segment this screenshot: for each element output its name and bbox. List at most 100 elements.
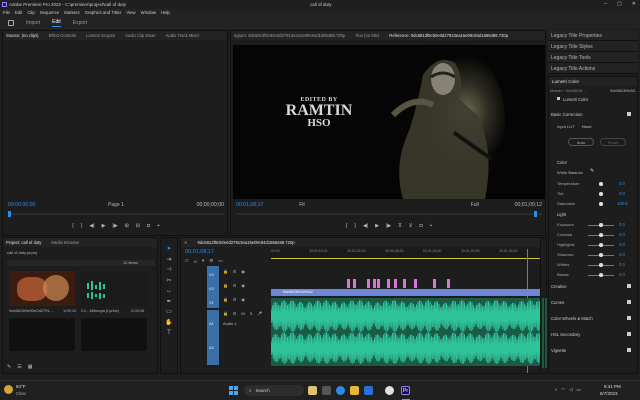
lumetri-value[interactable]: 0.0 bbox=[619, 191, 625, 196]
overwrite-icon[interactable]: ⊟ bbox=[136, 223, 140, 229]
reset-button[interactable]: Reset bbox=[600, 138, 626, 146]
weather-icon[interactable] bbox=[4, 385, 13, 394]
step-back-icon[interactable]: ◀| bbox=[363, 223, 368, 229]
eyedropper-icon[interactable]: ✎ bbox=[590, 168, 594, 174]
sync-icon[interactable]: ⊟ bbox=[233, 297, 236, 302]
mark-in-icon[interactable]: { bbox=[346, 223, 348, 229]
lumetri-section-header[interactable]: Color Wheels & Match bbox=[551, 316, 593, 321]
lumetri-value[interactable]: 0.0 bbox=[619, 252, 625, 257]
color-section-header[interactable]: Color bbox=[557, 160, 567, 165]
menu-view[interactable]: View bbox=[126, 10, 135, 15]
eye-icon[interactable]: ◉ bbox=[241, 297, 245, 302]
timeline-marker[interactable] bbox=[403, 279, 406, 288]
file-explorer-icon[interactable] bbox=[350, 386, 359, 395]
basic-correction-checkbox[interactable] bbox=[627, 112, 631, 116]
wrench-icon[interactable]: ⚙ bbox=[209, 258, 213, 264]
add-button-icon[interactable]: + bbox=[157, 223, 160, 229]
lumetri-value[interactable]: 0.0 bbox=[619, 272, 625, 277]
slider-knob[interactable] bbox=[599, 182, 603, 186]
lumetri-effect-dropdown[interactable]: Lumetri Color bbox=[563, 97, 588, 102]
add-button-icon[interactable]: + bbox=[429, 223, 432, 229]
selection-tool-icon[interactable]: ➤ bbox=[165, 244, 173, 255]
captions-icon[interactable]: ▭ bbox=[218, 258, 222, 264]
slider-knob[interactable] bbox=[599, 233, 603, 237]
lumetri-slider[interactable] bbox=[588, 192, 614, 196]
play-icon[interactable]: ▶ bbox=[375, 223, 379, 229]
mute-button[interactable]: M bbox=[241, 311, 244, 316]
lumetri-value[interactable]: 0.0 bbox=[619, 262, 625, 267]
mark-out-icon[interactable]: } bbox=[354, 223, 356, 229]
lumetri-value[interactable]: 0.0 bbox=[619, 181, 625, 186]
lumetri-slider[interactable] bbox=[588, 263, 614, 267]
menu-graphics[interactable]: Graphics and Titles bbox=[85, 10, 122, 15]
timeline-timecode[interactable]: 00;01;08;17 bbox=[185, 249, 214, 255]
project-thumbnail-black[interactable] bbox=[81, 318, 147, 351]
tab-media-browser[interactable]: Media Browser bbox=[51, 240, 79, 245]
premiere-taskbar-icon[interactable]: Pr bbox=[401, 386, 410, 395]
program-scrub-bar[interactable] bbox=[236, 211, 542, 217]
lumetri-value[interactable]: 0.0 bbox=[619, 242, 625, 247]
slider-knob[interactable] bbox=[599, 223, 603, 227]
lumetri-slider[interactable] bbox=[588, 243, 614, 247]
lock-icon[interactable]: 🔒 bbox=[223, 269, 228, 274]
slider-knob[interactable] bbox=[599, 192, 603, 196]
timeline-ruler[interactable]: 00;00 00;00;16;00 00;00;32;00 00;00;48;0… bbox=[271, 249, 545, 261]
resolution-dropdown[interactable]: Full bbox=[471, 202, 479, 208]
battery-icon[interactable]: ▭ bbox=[577, 387, 581, 393]
slider-knob[interactable] bbox=[599, 243, 603, 247]
timeline-marker[interactable] bbox=[394, 279, 397, 288]
project-thumbnail-video[interactable] bbox=[9, 271, 75, 306]
legacy-title-tools[interactable]: Legacy Title Tools bbox=[548, 52, 638, 63]
audio-clip[interactable] bbox=[271, 298, 545, 366]
video-clip[interactable]: 9dc5813f9c92e0d2 bbox=[271, 289, 545, 296]
timeline-marker[interactable] bbox=[373, 279, 376, 288]
sync-icon[interactable]: ⊟ bbox=[233, 269, 236, 274]
menu-clip[interactable]: Clip bbox=[27, 10, 34, 15]
slider-knob[interactable] bbox=[599, 263, 603, 267]
lock-icon[interactable]: 🔒 bbox=[223, 311, 228, 316]
timeline-marker[interactable] bbox=[367, 279, 370, 288]
minimize-icon[interactable]: – bbox=[604, 1, 607, 7]
tab-text[interactable]: Text (no title) bbox=[355, 33, 379, 38]
lumetri-panel-title[interactable]: Lumetri Color bbox=[549, 77, 637, 86]
close-icon[interactable]: ✕ bbox=[632, 1, 636, 7]
marker-icon[interactable]: ▾ bbox=[202, 258, 204, 264]
icon-view-icon[interactable]: ▦ bbox=[28, 364, 33, 370]
section-checkbox[interactable] bbox=[627, 348, 631, 352]
menu-sequence[interactable]: Sequence bbox=[40, 10, 59, 15]
slider-knob[interactable] bbox=[599, 273, 603, 277]
auto-button[interactable]: Auto bbox=[568, 138, 594, 146]
workspace-export[interactable]: Export bbox=[73, 20, 87, 26]
lumetri-slider[interactable] bbox=[588, 253, 614, 257]
fx-toggle[interactable] bbox=[557, 97, 560, 100]
tab-effect-controls[interactable]: Effect Controls bbox=[49, 33, 76, 38]
eye-icon[interactable]: ◉ bbox=[241, 283, 245, 288]
home-icon[interactable] bbox=[8, 19, 14, 26]
workspace-edit[interactable]: Edit bbox=[52, 19, 61, 27]
razor-icon[interactable]: ✂ bbox=[165, 276, 173, 287]
timeline-marker[interactable] bbox=[414, 279, 417, 288]
menu-file[interactable]: File bbox=[3, 10, 10, 15]
timeline-marker[interactable] bbox=[387, 279, 390, 288]
mark-in-icon[interactable]: { bbox=[72, 223, 74, 229]
rectangle-icon[interactable]: ▭ bbox=[165, 307, 173, 318]
emoji-widget-icon[interactable] bbox=[308, 386, 317, 395]
source-playhead[interactable] bbox=[8, 211, 11, 217]
tab-audio-clip-mixer[interactable]: Audio Clip Mixer bbox=[125, 33, 156, 38]
lumetri-value[interactable]: 100.0 bbox=[617, 201, 627, 206]
step-back-icon[interactable]: ◀| bbox=[89, 223, 94, 229]
ripple-edit-icon[interactable]: ⊣ bbox=[165, 265, 173, 276]
legacy-title-actions[interactable]: Legacy Title Actions bbox=[548, 63, 638, 74]
lock-icon[interactable]: 🔒 bbox=[223, 283, 228, 288]
export-frame-icon[interactable]: ◘ bbox=[419, 223, 422, 229]
chrome-icon[interactable] bbox=[385, 386, 394, 395]
chevron-up-icon[interactable]: ^ bbox=[555, 388, 557, 393]
mark-out-icon[interactable]: } bbox=[81, 223, 83, 229]
program-timecode[interactable]: 00;01;08;17 bbox=[236, 202, 263, 208]
lumetri-slider[interactable] bbox=[588, 273, 614, 277]
maximize-icon[interactable]: ▢ bbox=[617, 1, 622, 7]
play-icon[interactable]: ▶ bbox=[102, 223, 106, 229]
input-lut-dropdown[interactable]: None bbox=[582, 124, 592, 129]
work-area-bar[interactable] bbox=[271, 258, 545, 259]
lumetri-value[interactable]: 0.0 bbox=[619, 222, 625, 227]
